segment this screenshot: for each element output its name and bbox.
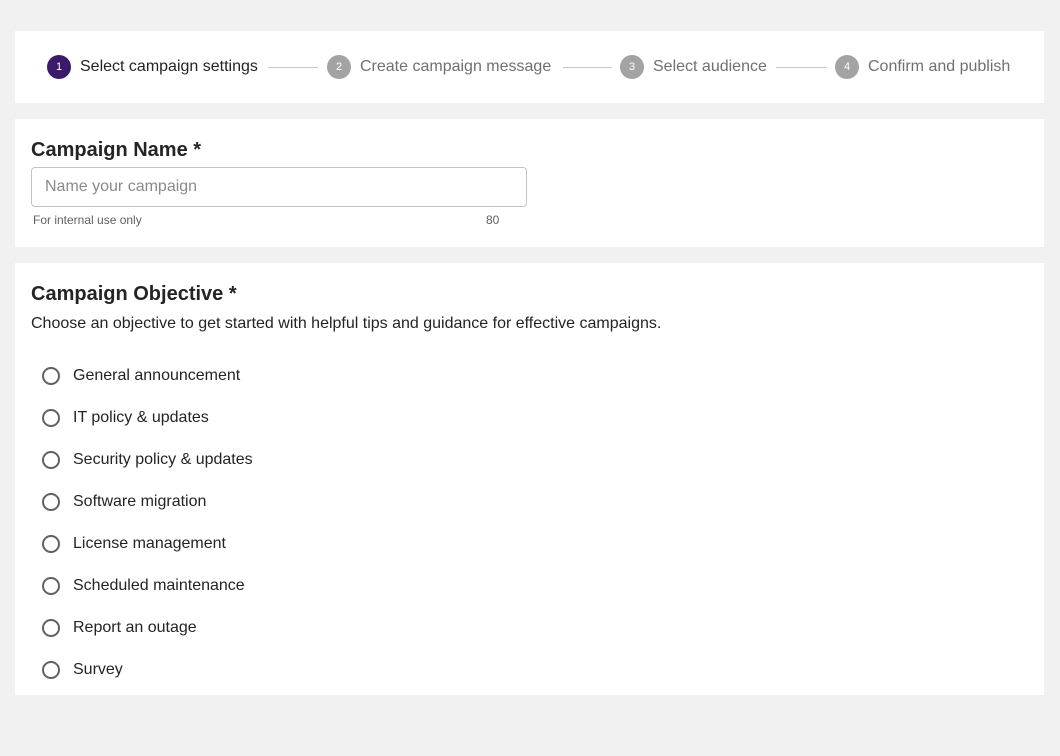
objective-option-survey[interactable]: Survey: [42, 649, 253, 691]
radio-button[interactable]: [42, 451, 60, 469]
step-label: Confirm and publish: [868, 58, 1011, 75]
radio-label: IT policy & updates: [73, 409, 209, 426]
step-number-badge: 2: [327, 55, 351, 79]
step-connector: [268, 67, 318, 68]
step-connector: [776, 67, 827, 68]
step-create-campaign-message[interactable]: 2 Create campaign message: [327, 55, 551, 79]
objective-option-license-management[interactable]: License management: [42, 523, 253, 565]
radio-button[interactable]: [42, 577, 60, 595]
radio-label: Scheduled maintenance: [73, 577, 245, 594]
objective-option-it-policy[interactable]: IT policy & updates: [42, 397, 253, 439]
step-connector: [563, 67, 612, 68]
radio-label: General announcement: [73, 367, 241, 384]
radio-label: Survey: [73, 661, 123, 678]
campaign-stepper: 1 Select campaign settings 2 Create camp…: [15, 31, 1044, 103]
radio-button[interactable]: [42, 619, 60, 637]
step-select-campaign-settings[interactable]: 1 Select campaign settings: [47, 55, 258, 79]
radio-button[interactable]: [42, 367, 60, 385]
objective-option-software-migration[interactable]: Software migration: [42, 481, 253, 523]
objective-radio-group: General announcement IT policy & updates…: [42, 355, 253, 691]
radio-label: Report an outage: [73, 619, 197, 636]
campaign-objective-section: Campaign Objective * Choose an objective…: [15, 263, 1044, 695]
objective-option-general-announcement[interactable]: General announcement: [42, 355, 253, 397]
step-label: Select audience: [653, 58, 767, 75]
radio-button[interactable]: [42, 493, 60, 511]
objective-option-security-policy[interactable]: Security policy & updates: [42, 439, 253, 481]
radio-label: License management: [73, 535, 226, 552]
campaign-name-title: Campaign Name *: [31, 139, 202, 161]
step-label: Create campaign message: [360, 58, 552, 75]
campaign-name-input[interactable]: [31, 167, 527, 207]
objective-option-scheduled-maintenance[interactable]: Scheduled maintenance: [42, 565, 253, 607]
campaign-name-section: Campaign Name * For internal use only 80: [15, 119, 1044, 247]
step-number-badge: 3: [620, 55, 644, 79]
step-label: Select campaign settings: [80, 58, 258, 75]
helper-text: For internal use only: [33, 213, 142, 227]
radio-button[interactable]: [42, 535, 60, 553]
radio-button[interactable]: [42, 409, 60, 427]
campaign-objective-title: Campaign Objective *: [31, 283, 237, 305]
objective-option-report-outage[interactable]: Report an outage: [42, 607, 253, 649]
step-confirm-and-publish[interactable]: 4 Confirm and publish: [835, 55, 1010, 79]
radio-label: Software migration: [73, 493, 207, 510]
step-number-badge: 4: [835, 55, 859, 79]
radio-button[interactable]: [42, 661, 60, 679]
campaign-objective-description: Choose an objective to get started with …: [31, 315, 662, 332]
step-select-audience[interactable]: 3 Select audience: [620, 55, 767, 79]
step-number-badge: 1: [47, 55, 71, 79]
character-limit: 80: [486, 213, 500, 227]
radio-label: Security policy & updates: [73, 451, 253, 468]
